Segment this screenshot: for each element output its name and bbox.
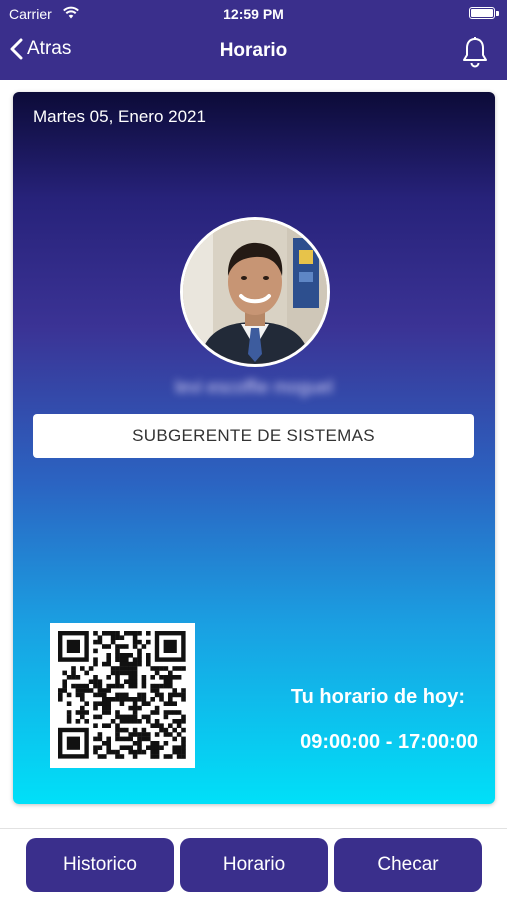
bell-icon[interactable]	[461, 36, 489, 73]
avatar	[180, 217, 330, 367]
checar-button[interactable]: Checar	[334, 838, 482, 892]
bottom-action-bar: Historico Horario Checar	[0, 828, 507, 901]
horario-button[interactable]: Horario	[180, 838, 328, 892]
status-time: 12:59 PM	[223, 6, 284, 22]
battery-cap	[496, 11, 499, 16]
job-title-field: SUBGERENTE DE SISTEMAS	[33, 414, 474, 458]
schedule-label: Tu horario de hoy:	[290, 686, 465, 708]
battery-icon	[469, 7, 495, 19]
schedule-card: Martes 05, Enero 2021 levi escoffie mogu…	[13, 92, 495, 804]
status-bar: Carrier 12:59 PM	[0, 0, 507, 28]
top-bar: Carrier 12:59 PM Atras Horario	[0, 0, 507, 80]
page-title: Horario	[219, 40, 288, 61]
employee-name: levi escoffie moguel	[175, 377, 333, 397]
qr-code	[50, 623, 195, 768]
schedule-value: 09:00:00 - 17:00:00	[300, 731, 478, 753]
historico-button[interactable]: Historico	[26, 838, 174, 892]
date-label: Martes 05, Enero 2021	[33, 107, 206, 126]
navigation-bar: Atras Horario	[0, 30, 507, 76]
